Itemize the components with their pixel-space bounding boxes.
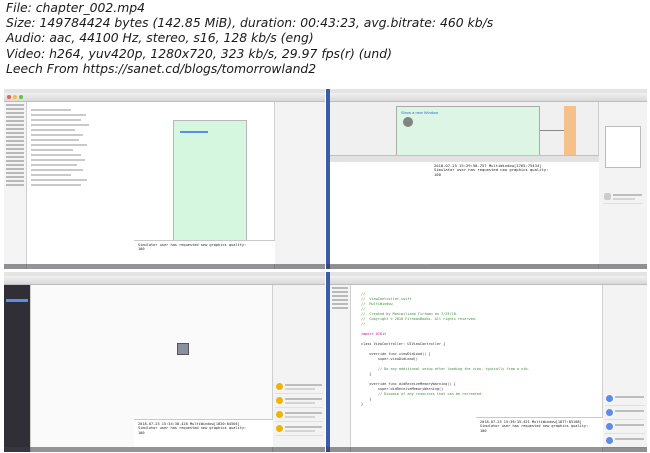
variables-view <box>330 161 430 265</box>
project-navigator <box>4 285 31 452</box>
info-video: Video: h264, yuv420p, 1280x720, 323 kb/s… <box>6 45 392 61</box>
thumbnail-2: Show a new Window 2018-07-25 15:29:58.75… <box>326 89 647 269</box>
file-info: File: chapter_002.mp4 Size: 149784424 by… <box>6 0 646 76</box>
attributes-inspector <box>598 102 647 269</box>
dock <box>4 264 325 269</box>
xcode-toolbar <box>330 93 647 102</box>
source-code: // // ViewController.swift // MultiWindo… <box>361 292 530 406</box>
navigation-scene <box>564 106 576 160</box>
thumbnail-3: 2018-07-25 15:34:38.428 MultiWindow[1820… <box>4 272 325 452</box>
cursor-icon <box>403 117 413 127</box>
minimize-icon <box>13 95 17 99</box>
segue-arrow <box>540 130 564 131</box>
project-navigator <box>330 285 351 452</box>
close-icon <box>7 95 11 99</box>
dock <box>4 447 325 452</box>
xcode-toolbar <box>330 276 647 285</box>
info-source: Leech From https://sanet.cd/blogs/tomorr… <box>6 60 317 76</box>
debug-console: Simulator user has requested new graphic… <box>134 240 275 264</box>
xcode-toolbar <box>4 93 325 102</box>
view-controller-scene: Show a new Window <box>396 106 540 162</box>
simulator-screen <box>173 120 247 254</box>
object-library <box>272 285 325 452</box>
thumbnail-1: Simulator user has requested new graphic… <box>4 89 325 269</box>
canvas-label: Show a new Window <box>401 110 439 115</box>
object-library <box>602 285 647 452</box>
info-file: File: chapter_002.mp4 <box>6 0 146 15</box>
debug-console: 2018-07-25 15:29:58.757 MultiWindow[1765… <box>430 161 599 264</box>
thumbnail-4: // // ViewController.swift // MultiWindo… <box>326 272 647 452</box>
xcode-toolbar <box>4 276 325 285</box>
info-size: Size: 149784424 bytes (142.85 MiB), dura… <box>6 15 494 31</box>
zoom-icon <box>19 95 23 99</box>
info-audio: Audio: aac, 44100 Hz, stereo, s16, 128 k… <box>6 30 314 46</box>
dock <box>326 447 647 452</box>
inspector <box>274 102 325 269</box>
debug-console: 2018-07-25 15:36:35.421 MultiWindow[1877… <box>476 417 603 447</box>
debug-console: 2018-07-25 15:34:38.428 MultiWindow[1820… <box>134 419 273 447</box>
debug-bar <box>330 155 599 162</box>
dock <box>326 264 647 269</box>
object-icon <box>177 343 189 355</box>
project-navigator <box>4 102 27 269</box>
